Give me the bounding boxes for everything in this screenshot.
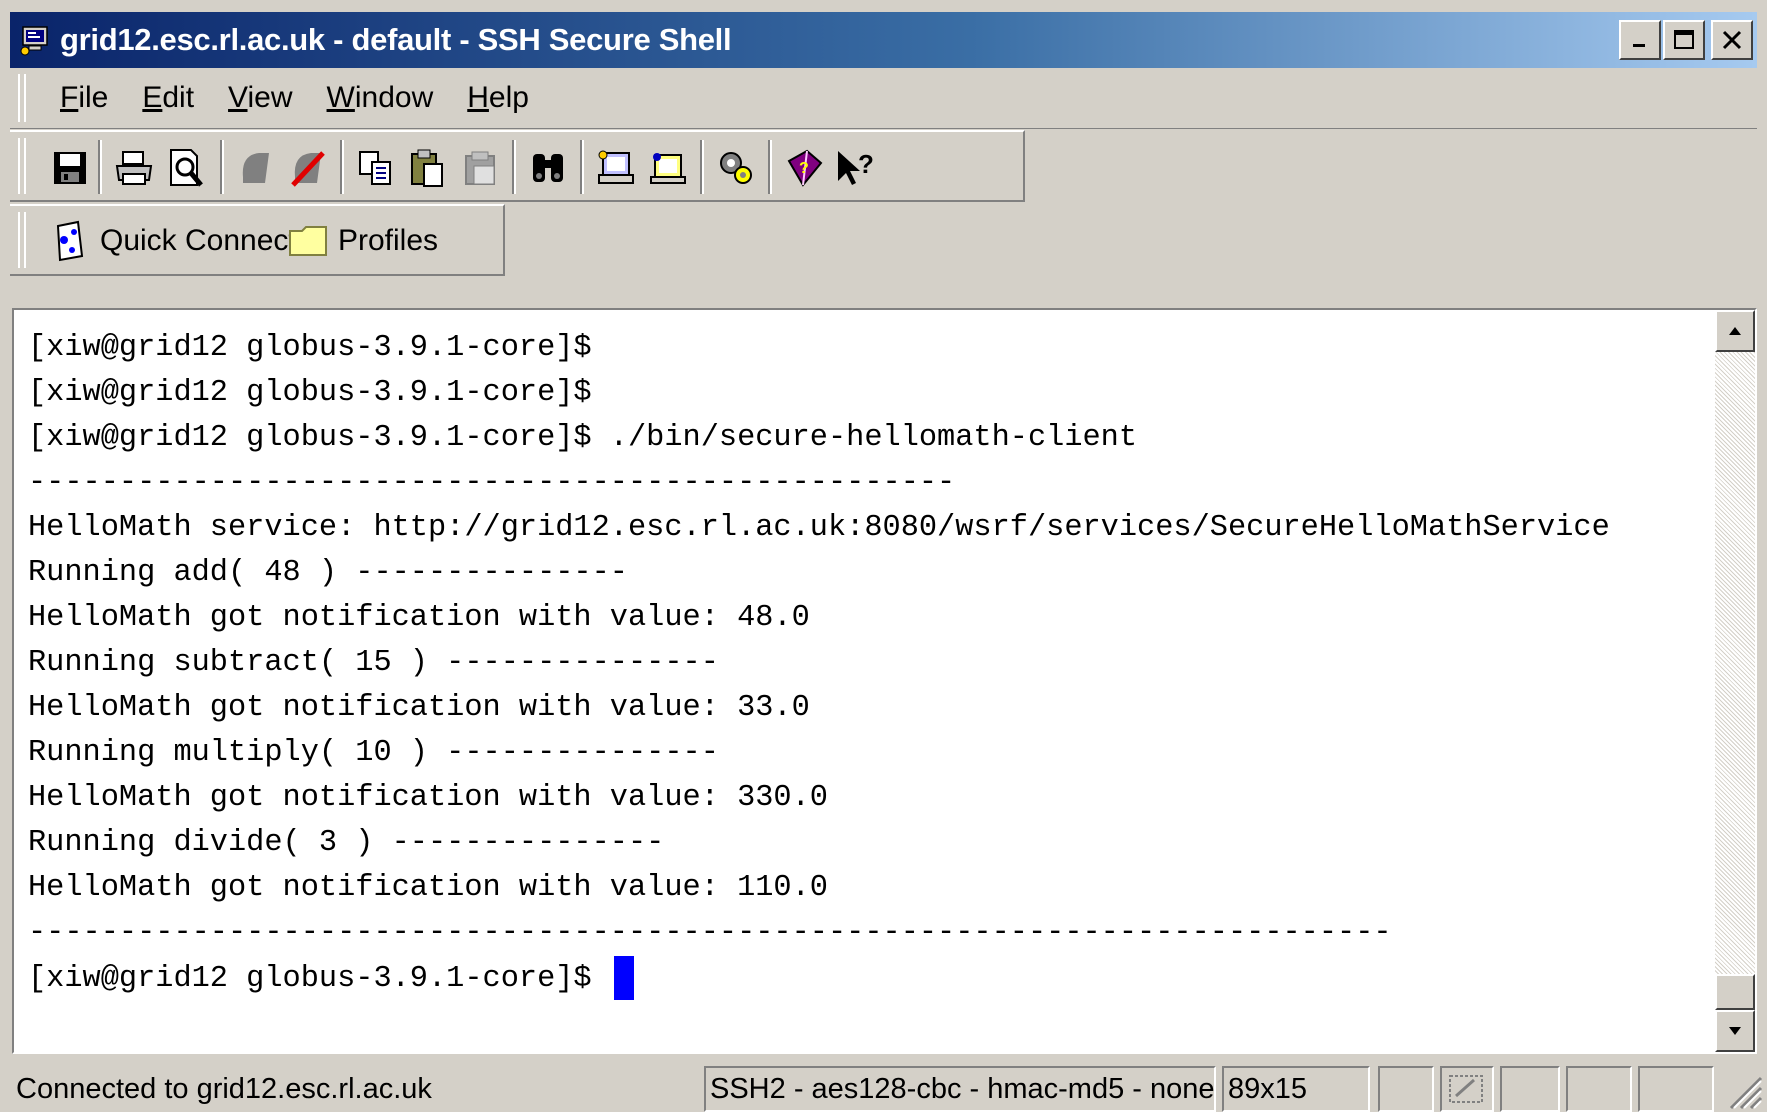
- menu-help[interactable]: Help: [467, 81, 529, 115]
- terminal-output: [xiw@grid12 globus-3.9.1-core]$ [xiw@gri…: [28, 326, 1610, 1001]
- new-file-transfer-icon[interactable]: [592, 144, 640, 192]
- scroll-thumb[interactable]: [1715, 974, 1755, 1010]
- folder-icon: [288, 220, 328, 262]
- status-pane-empty: [1638, 1066, 1714, 1112]
- terminal-line: Running divide( 3 ) ---------------: [28, 826, 665, 860]
- close-icon: [1722, 30, 1742, 50]
- terminal-line: [xiw@grid12 globus-3.9.1-core]$: [28, 331, 592, 365]
- quick-connect-icon: [50, 220, 90, 262]
- menu-window[interactable]: Window: [327, 81, 434, 115]
- save-icon[interactable]: [46, 144, 94, 192]
- disconnect-icon[interactable]: [284, 144, 332, 192]
- terminal-app-icon[interactable]: [18, 23, 52, 57]
- terminal-line: HelloMath got notification with value: 3…: [28, 691, 810, 725]
- terminal-line: ----------------------------------------…: [28, 466, 956, 500]
- profiles-button[interactable]: Profiles: [288, 216, 438, 266]
- terminal-line: HelloMath service: http://grid12.esc.rl.…: [28, 511, 1610, 545]
- menu-edit[interactable]: Edit: [142, 81, 194, 115]
- quick-connect-label: Quick Connect: [100, 224, 297, 257]
- text-cursor: [613, 956, 634, 1000]
- menu-file[interactable]: File: [60, 81, 108, 115]
- minimize-icon: [1633, 44, 1645, 47]
- status-terminal-size: 89x15: [1222, 1066, 1370, 1112]
- connect-bar: Quick Connect Profiles: [10, 204, 505, 276]
- terminal-area[interactable]: [xiw@grid12 globus-3.9.1-core]$ [xiw@gri…: [14, 310, 1715, 1052]
- terminal-line: HelloMath got notification with value: 3…: [28, 781, 828, 815]
- lock-icon: [1449, 1075, 1483, 1103]
- maximize-icon: [1674, 30, 1694, 49]
- window-title: grid12.esc.rl.ac.uk - default - SSH Secu…: [60, 22, 732, 57]
- connectbar-grip[interactable]: [18, 212, 26, 268]
- status-pane-empty: [1566, 1066, 1632, 1112]
- vertical-scrollbar[interactable]: [1715, 310, 1755, 1052]
- terminal-line: [xiw@grid12 globus-3.9.1-core]$: [28, 376, 592, 410]
- help-book-icon[interactable]: ?: [780, 144, 828, 192]
- terminal-line: HelloMath got notification with value: 1…: [28, 871, 828, 905]
- menu-view[interactable]: View: [228, 81, 292, 115]
- copy-icon[interactable]: [352, 144, 400, 192]
- find-icon[interactable]: [524, 144, 572, 192]
- status-pane-empty: [1500, 1066, 1560, 1112]
- ssh-client-window: grid12.esc.rl.ac.uk - default - SSH Secu…: [0, 0, 1767, 1112]
- paste-disabled-icon: [456, 144, 504, 192]
- menubar-grip[interactable]: [18, 74, 26, 122]
- toolbar-grip[interactable]: [18, 138, 26, 194]
- profiles-label: Profiles: [338, 224, 439, 257]
- arrow-up-icon: [1729, 327, 1741, 335]
- resize-grip-icon[interactable]: [1723, 1070, 1763, 1110]
- status-bar: Connected to grid12.esc.rl.ac.uk SSH2 - …: [0, 1060, 1767, 1112]
- arrow-down-icon: [1729, 1027, 1741, 1035]
- terminal-line: Running subtract( 15 ) ---------------: [28, 646, 719, 680]
- context-help-icon[interactable]: ?: [832, 144, 880, 192]
- print-icon[interactable]: [110, 144, 158, 192]
- terminal-line: Running add( 48 ) ---------------: [28, 556, 628, 590]
- maximize-button[interactable]: [1663, 20, 1705, 60]
- menu-bar: File Edit View Window Help: [10, 68, 1757, 129]
- terminal-line: Running multiply( 10 ) ---------------: [28, 736, 719, 770]
- toolbar: ? ?: [10, 130, 1025, 202]
- terminal-line: ----------------------------------------…: [28, 916, 1392, 950]
- toolbar-separator: [512, 140, 516, 194]
- new-terminal-window-icon[interactable]: [644, 144, 692, 192]
- status-connection: Connected to grid12.esc.rl.ac.uk: [16, 1072, 432, 1105]
- print-preview-icon[interactable]: [162, 144, 210, 192]
- status-encryption-indicator: [1440, 1066, 1494, 1112]
- toolbar-separator: [768, 140, 772, 194]
- toolbar-separator: [340, 140, 344, 194]
- minimize-button[interactable]: [1619, 20, 1661, 60]
- quick-connect-button[interactable]: Quick Connect: [50, 216, 297, 266]
- toolbar-separator: [98, 140, 102, 194]
- menu-items: File Edit View Window Help: [60, 68, 563, 128]
- terminal-frame: [xiw@grid12 globus-3.9.1-core]$ [xiw@gri…: [12, 308, 1757, 1054]
- settings-icon[interactable]: [712, 144, 760, 192]
- terminal-prompt-line[interactable]: [xiw@grid12 globus-3.9.1-core]$: [28, 956, 1610, 1001]
- svg-text:?: ?: [858, 149, 874, 179]
- scroll-down-button[interactable]: [1715, 1010, 1755, 1052]
- title-bar[interactable]: grid12.esc.rl.ac.uk - default - SSH Secu…: [10, 12, 1757, 68]
- terminal-line: [xiw@grid12 globus-3.9.1-core]$ ./bin/se…: [28, 421, 1138, 455]
- caption-buttons: [1619, 20, 1753, 60]
- toolbar-separator: [220, 140, 224, 194]
- status-pane-empty: [1378, 1066, 1434, 1112]
- svg-text:?: ?: [799, 160, 809, 177]
- new-terminal-icon: [232, 144, 280, 192]
- toolbar-separator: [700, 140, 704, 194]
- toolbar-separator: [580, 140, 584, 194]
- status-cipher: SSH2 - aes128-cbc - hmac-md5 - none: [704, 1066, 1216, 1112]
- terminal-prompt: [xiw@grid12 globus-3.9.1-core]$: [28, 962, 610, 996]
- scroll-up-button[interactable]: [1715, 310, 1755, 352]
- paste-icon[interactable]: [404, 144, 452, 192]
- terminal-line: HelloMath got notification with value: 4…: [28, 601, 810, 635]
- close-button[interactable]: [1711, 20, 1753, 60]
